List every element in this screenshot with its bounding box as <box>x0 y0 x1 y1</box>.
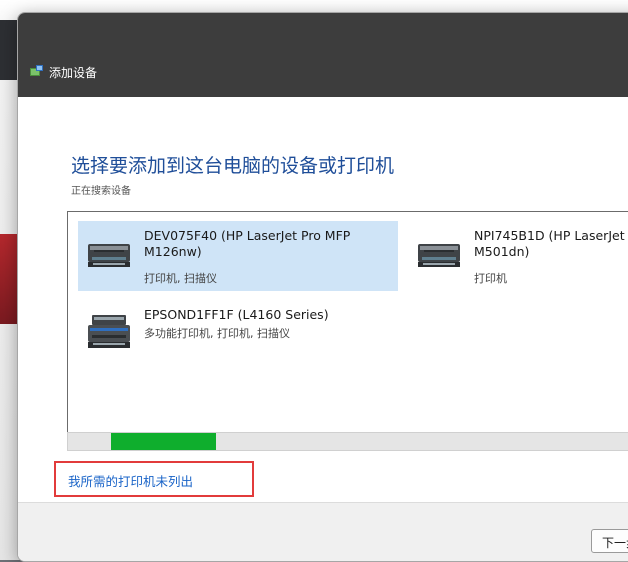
device-item[interactable]: DEV075F40 (HP LaserJet Pro MFP M126nw) 打… <box>78 221 398 291</box>
device-item[interactable]: EPSOND1FF1F (L4160 Series) 多功能打印机, 打印机, … <box>78 300 418 370</box>
search-status-text: 正在搜索设备 <box>71 186 131 197</box>
multifunction-printer-icon <box>88 315 130 348</box>
page-heading: 选择要添加到这台电脑的设备或打印机 <box>71 155 395 177</box>
printer-not-listed-highlight: 我所需的打印机未列出 <box>54 461 254 497</box>
device-list[interactable]: DEV075F40 (HP LaserJet Pro MFP M126nw) 打… <box>67 211 628 438</box>
printer-icon <box>418 244 460 267</box>
device-name: EPSOND1FF1F (L4160 Series) <box>144 307 329 322</box>
device-type: 打印机, 扫描仪 <box>144 272 217 285</box>
next-button[interactable]: 下一步 <box>591 529 628 553</box>
add-device-dialog: 添加设备 选择要添加到这台电脑的设备或打印机 正在搜索设备 DEV075F40 … <box>17 12 628 562</box>
device-name: NPI745B1D (HP LaserJet Pro M501dn) <box>474 228 628 259</box>
dialog-titlebar: 添加设备 <box>18 13 628 97</box>
printer-not-listed-link[interactable]: 我所需的打印机未列出 <box>68 471 193 490</box>
device-name: DEV075F40 (HP LaserJet Pro MFP M126nw) <box>144 228 351 259</box>
dialog-title: 添加设备 <box>49 66 98 80</box>
printer-icon <box>88 244 130 267</box>
search-progress-bar <box>67 432 628 451</box>
progress-indicator <box>111 433 216 450</box>
device-type: 打印机 <box>474 272 507 285</box>
device-item[interactable]: NPI745B1D (HP LaserJet Pro M501dn) 打印机 <box>408 221 628 291</box>
dialog-footer: 下一步 <box>18 502 628 561</box>
device-type: 多功能打印机, 打印机, 扫描仪 <box>144 327 290 340</box>
add-device-icon <box>30 65 43 76</box>
